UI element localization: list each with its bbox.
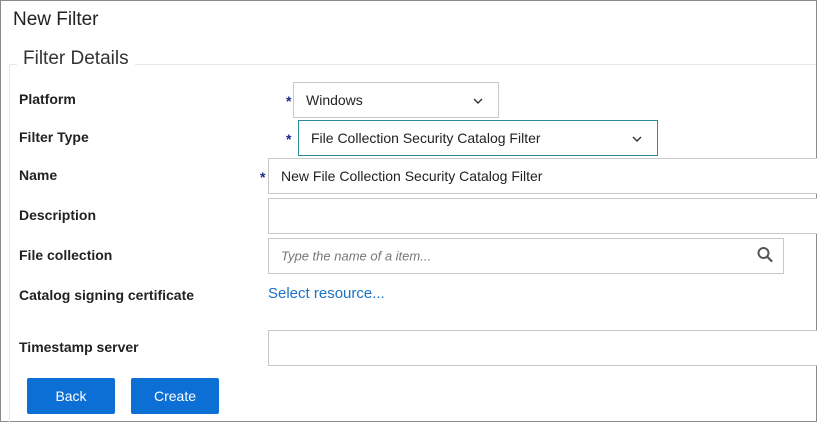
- create-button[interactable]: Create: [131, 378, 219, 414]
- chevron-down-icon: [631, 130, 643, 146]
- select-resource-link[interactable]: Select resource...: [268, 285, 385, 302]
- section-legend: Filter Details: [17, 48, 135, 70]
- name-field-value: New File Collection Security Catalog Fil…: [281, 168, 543, 184]
- filter-type-select[interactable]: File Collection Security Catalog Filter: [298, 120, 658, 156]
- back-button[interactable]: Back: [27, 378, 115, 414]
- fieldset-border-left: [9, 64, 10, 422]
- timestamp-server-label: Timestamp server: [19, 339, 139, 355]
- platform-label: Platform: [19, 91, 76, 107]
- file-collection-label: File collection: [19, 247, 113, 263]
- filter-type-select-value: File Collection Security Catalog Filter: [311, 130, 541, 146]
- page-title: New Filter: [13, 9, 99, 30]
- platform-select[interactable]: Windows: [293, 82, 499, 118]
- chevron-down-icon: [472, 92, 484, 108]
- timestamp-server-field[interactable]: [268, 330, 817, 366]
- platform-required-mark: *: [286, 93, 292, 109]
- name-required-mark: *: [260, 169, 266, 185]
- filter-type-required-mark: *: [286, 131, 292, 147]
- filter-type-label: Filter Type: [19, 129, 89, 145]
- catalog-signing-certificate-label: Catalog signing certificate: [19, 287, 195, 303]
- file-collection-search-input[interactable]: Type the name of a item...: [268, 238, 784, 274]
- file-collection-placeholder: Type the name of a item...: [281, 248, 432, 264]
- description-label: Description: [19, 207, 97, 223]
- search-icon[interactable]: [757, 247, 773, 266]
- name-field[interactable]: New File Collection Security Catalog Fil…: [268, 158, 817, 194]
- description-field[interactable]: [268, 198, 817, 234]
- name-label: Name: [19, 167, 58, 183]
- dialog-window: New Filter Filter Details Platform * Win…: [0, 0, 817, 422]
- platform-select-value: Windows: [306, 92, 363, 108]
